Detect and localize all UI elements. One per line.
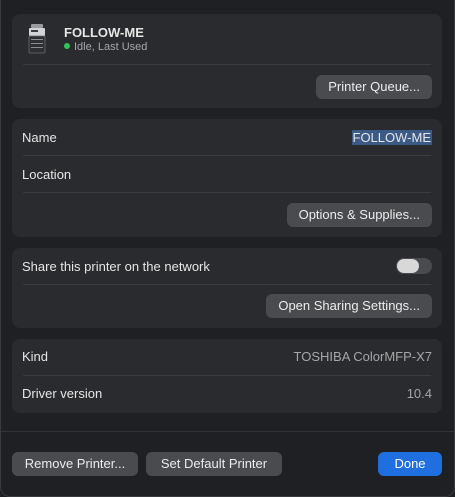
printer-status: Idle, Last Used xyxy=(64,41,147,53)
info-divider-1 xyxy=(23,155,431,156)
open-sharing-settings-button[interactable]: Open Sharing Settings... xyxy=(266,294,432,318)
driver-version-label: Driver version xyxy=(22,386,103,401)
printer-details-card: Kind TOSHIBA ColorMFP-X7 Driver version … xyxy=(12,339,442,413)
printer-icon xyxy=(28,24,46,54)
footer-divider xyxy=(1,431,454,432)
kind-label: Kind xyxy=(22,349,49,364)
printer-queue-button[interactable]: Printer Queue... xyxy=(316,75,432,99)
status-indicator-dot xyxy=(64,43,70,49)
info-divider-2 xyxy=(23,192,431,193)
toggle-knob xyxy=(397,259,419,273)
share-printer-label: Share this printer on the network xyxy=(22,259,210,274)
printer-settings-sheet: FOLLOW-ME Idle, Last Used Printer Queue.… xyxy=(0,0,455,497)
printer-info-card: Name FOLLOW-ME Location Options & Suppli… xyxy=(12,119,442,237)
set-default-printer-button[interactable]: Set Default Printer xyxy=(146,452,282,476)
done-button[interactable]: Done xyxy=(378,452,442,476)
printer-name-title: FOLLOW-ME xyxy=(64,25,144,40)
header-divider xyxy=(23,64,431,65)
printer-header-card: FOLLOW-ME Idle, Last Used Printer Queue.… xyxy=(12,14,442,108)
details-divider xyxy=(23,375,431,376)
name-value-text: FOLLOW-ME xyxy=(351,130,432,145)
location-label: Location xyxy=(22,167,72,182)
sharing-divider xyxy=(23,284,431,285)
kind-value: TOSHIBA ColorMFP-X7 xyxy=(293,349,432,364)
sharing-card: Share this printer on the network Open S… xyxy=(12,248,442,328)
name-label: Name xyxy=(22,130,57,145)
remove-printer-button[interactable]: Remove Printer... xyxy=(12,452,138,476)
name-value-field[interactable]: FOLLOW-ME xyxy=(351,130,432,145)
share-printer-toggle[interactable] xyxy=(396,258,432,274)
location-value-field[interactable] xyxy=(232,167,432,183)
printer-status-text: Idle, Last Used xyxy=(74,41,148,53)
options-supplies-button[interactable]: Options & Supplies... xyxy=(286,203,432,227)
driver-version-value: 10.4 xyxy=(406,386,432,401)
